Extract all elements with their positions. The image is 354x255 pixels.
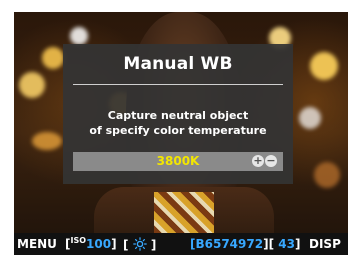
dialog-message-line2: of specify color temperature xyxy=(89,124,267,137)
manual-wb-dialog: Manual WB Capture neutral object of spec… xyxy=(63,44,293,184)
bokeh-light xyxy=(19,72,45,98)
bokeh-light xyxy=(314,162,340,188)
dialog-divider xyxy=(73,84,283,85)
bokeh-light xyxy=(70,27,88,45)
dialog-message-line1: Capture neutral object xyxy=(107,109,249,122)
bokeh-light xyxy=(299,107,321,129)
color-temperature-selector[interactable]: 3800K + − xyxy=(73,152,283,171)
count-value: 43 xyxy=(278,237,295,251)
iso-indicator[interactable]: [ISO100] xyxy=(65,236,117,251)
bokeh-light xyxy=(310,52,338,80)
dialog-title: Manual WB xyxy=(123,54,233,74)
iso-label: ISO xyxy=(70,236,87,245)
bokeh-light xyxy=(32,132,62,150)
menu-button[interactable]: MENU xyxy=(17,237,57,251)
disp-button[interactable]: DISP xyxy=(309,237,341,251)
white-balance-indicator[interactable]: [ ] xyxy=(123,237,156,254)
status-bar: MENU [ISO100] [ ] [B6574972][ 43] DISP xyxy=(14,233,348,255)
frame-counter: [B6574972][ 43] xyxy=(190,237,301,251)
iso-value: 100 xyxy=(86,237,112,251)
wb-sun-icon xyxy=(132,237,147,254)
plus-circle-icon[interactable]: + xyxy=(252,155,264,167)
dialog-message: Capture neutral object of specify color … xyxy=(63,108,293,138)
minus-circle-icon[interactable]: − xyxy=(265,155,277,167)
adjust-icons: + − xyxy=(252,155,277,167)
serial-value: B6574972 xyxy=(195,237,264,251)
bokeh-light xyxy=(42,47,64,69)
